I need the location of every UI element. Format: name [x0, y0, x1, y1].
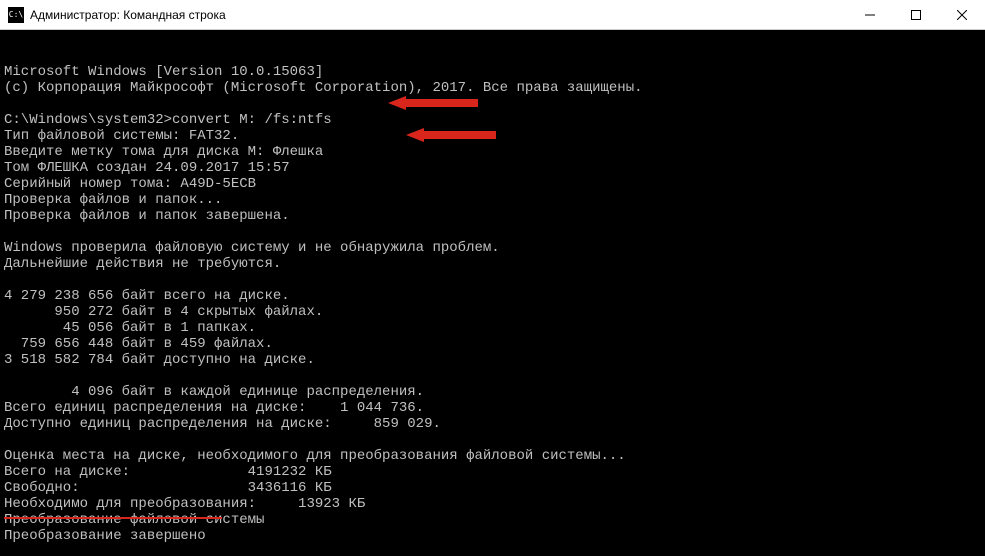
annotation-arrow-icon [372, 112, 462, 126]
terminal-line: Проверка файлов и папок завершена. [4, 208, 981, 224]
window-titlebar: C:\ Администратор: Командная строка [0, 0, 985, 30]
terminal-line: Доступно единиц распределения на диске: … [4, 416, 981, 432]
terminal-line: Том ФЛЕШКА создан 24.09.2017 15:57 [4, 160, 981, 176]
terminal-line: 950 272 байт в 4 скрытых файлах. [4, 304, 981, 320]
terminal-line [4, 224, 981, 240]
terminal-line [4, 432, 981, 448]
terminal-line: 45 056 байт в 1 папках. [4, 320, 981, 336]
terminal-line [4, 368, 981, 384]
terminal-line: 4 279 238 656 байт всего на диске. [4, 288, 981, 304]
terminal-line: Дальнейшие действия не требуются. [4, 256, 981, 272]
terminal-output[interactable]: Microsoft Windows [Version 10.0.15063](с… [0, 30, 985, 556]
annotation-arrow-icon [354, 80, 444, 94]
terminal-line: 3 518 582 784 байт доступно на диске. [4, 352, 981, 368]
terminal-line: Свободно: 3436116 КБ [4, 480, 981, 496]
terminal-line: Windows проверила файловую систему и не … [4, 240, 981, 256]
terminal-line: Оценка места на диске, необходимого для … [4, 448, 981, 464]
terminal-line: Необходимо для преобразования: 13923 КБ [4, 496, 981, 512]
terminal-line: Серийный номер тома: A49D-5ECB [4, 176, 981, 192]
terminal-line: Проверка файлов и папок... [4, 192, 981, 208]
window-title: Администратор: Командная строка [30, 8, 847, 22]
minimize-button[interactable] [847, 0, 893, 29]
close-button[interactable] [939, 0, 985, 29]
terminal-line [4, 96, 981, 112]
terminal-line: (с) Корпорация Майкрософт (Microsoft Cor… [4, 80, 981, 96]
terminal-line: Всего единиц распределения на диске: 1 0… [4, 400, 981, 416]
terminal-line: 4 096 байт в каждой единице распределени… [4, 384, 981, 400]
terminal-line: C:\Windows\system32>convert M: /fs:ntfs [4, 112, 981, 128]
terminal-line [4, 272, 981, 288]
terminal-line: Преобразование файловой системы [4, 512, 981, 528]
window-controls [847, 0, 985, 29]
terminal-line: Всего на диске: 4191232 КБ [4, 464, 981, 480]
cmd-icon: C:\ [8, 7, 24, 23]
terminal-line: Microsoft Windows [Version 10.0.15063] [4, 64, 981, 80]
terminal-line [4, 544, 981, 556]
annotation-underline [4, 517, 222, 519]
terminal-line: 759 656 448 байт в 459 файлах. [4, 336, 981, 352]
terminal-line: Введите метку тома для диска M: Флешка [4, 144, 981, 160]
terminal-line: Преобразование завершено [4, 528, 981, 544]
maximize-button[interactable] [893, 0, 939, 29]
